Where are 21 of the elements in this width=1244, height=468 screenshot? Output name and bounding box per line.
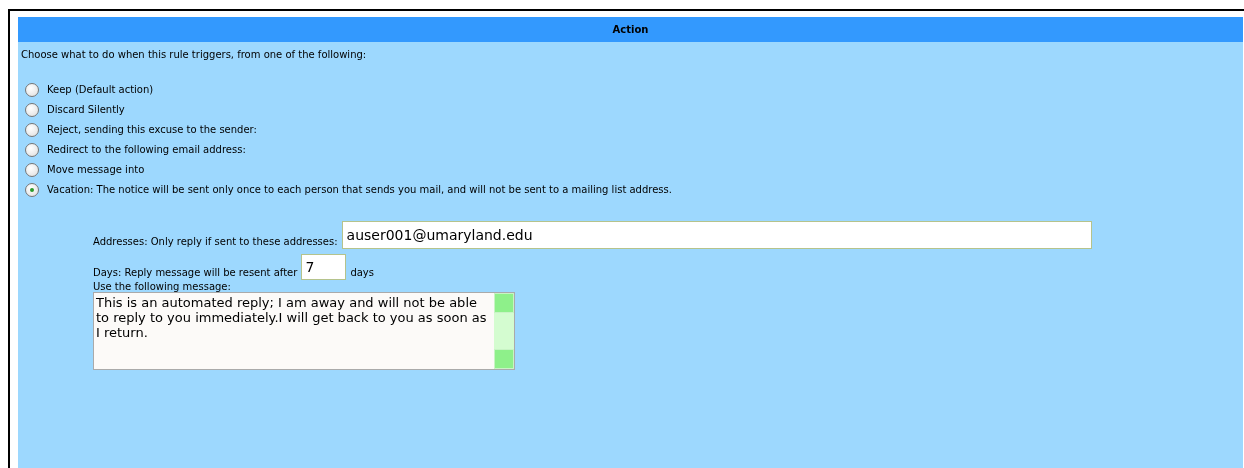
option-label: Redirect to the following email address: — [47, 144, 246, 155]
radio-button[interactable] — [25, 102, 39, 117]
addresses-label: Addresses: Only reply if sent to these addresses: — [93, 236, 338, 249]
days-unit: days — [350, 267, 374, 280]
radio-button[interactable] — [25, 82, 39, 97]
radio-button[interactable] — [25, 122, 39, 137]
option-label: Keep (Default action) — [47, 84, 154, 95]
radio-button[interactable] — [25, 182, 39, 197]
days-label: Days: Reply message will be resent after — [93, 267, 298, 280]
panel-header: Action — [18, 17, 1243, 42]
intro-text: Choose what to do when this rule triggers, from one of the following: — [21, 49, 368, 62]
option-label: Discard Silently — [47, 104, 125, 115]
option-label: Vacation: The notice will be sent only once to each person that sends you mail, and will not be sent to a mailing list address. — [47, 184, 672, 195]
option-label: Move message into — [47, 164, 145, 175]
message-label: Use the following message: — [93, 281, 232, 292]
option-label: Reject, sending this excuse to the sender: — [47, 124, 257, 135]
addresses-field[interactable]: auser001@umaryland.edu — [341, 221, 1092, 249]
days-field[interactable]: 7 — [301, 254, 347, 280]
message-field[interactable]: This is an automated reply; I am away and will not be able to reply to you immediately.I will get back to you as soon as I return. — [93, 292, 515, 370]
radio-button[interactable] — [25, 142, 39, 157]
radio-button[interactable] — [25, 162, 39, 177]
